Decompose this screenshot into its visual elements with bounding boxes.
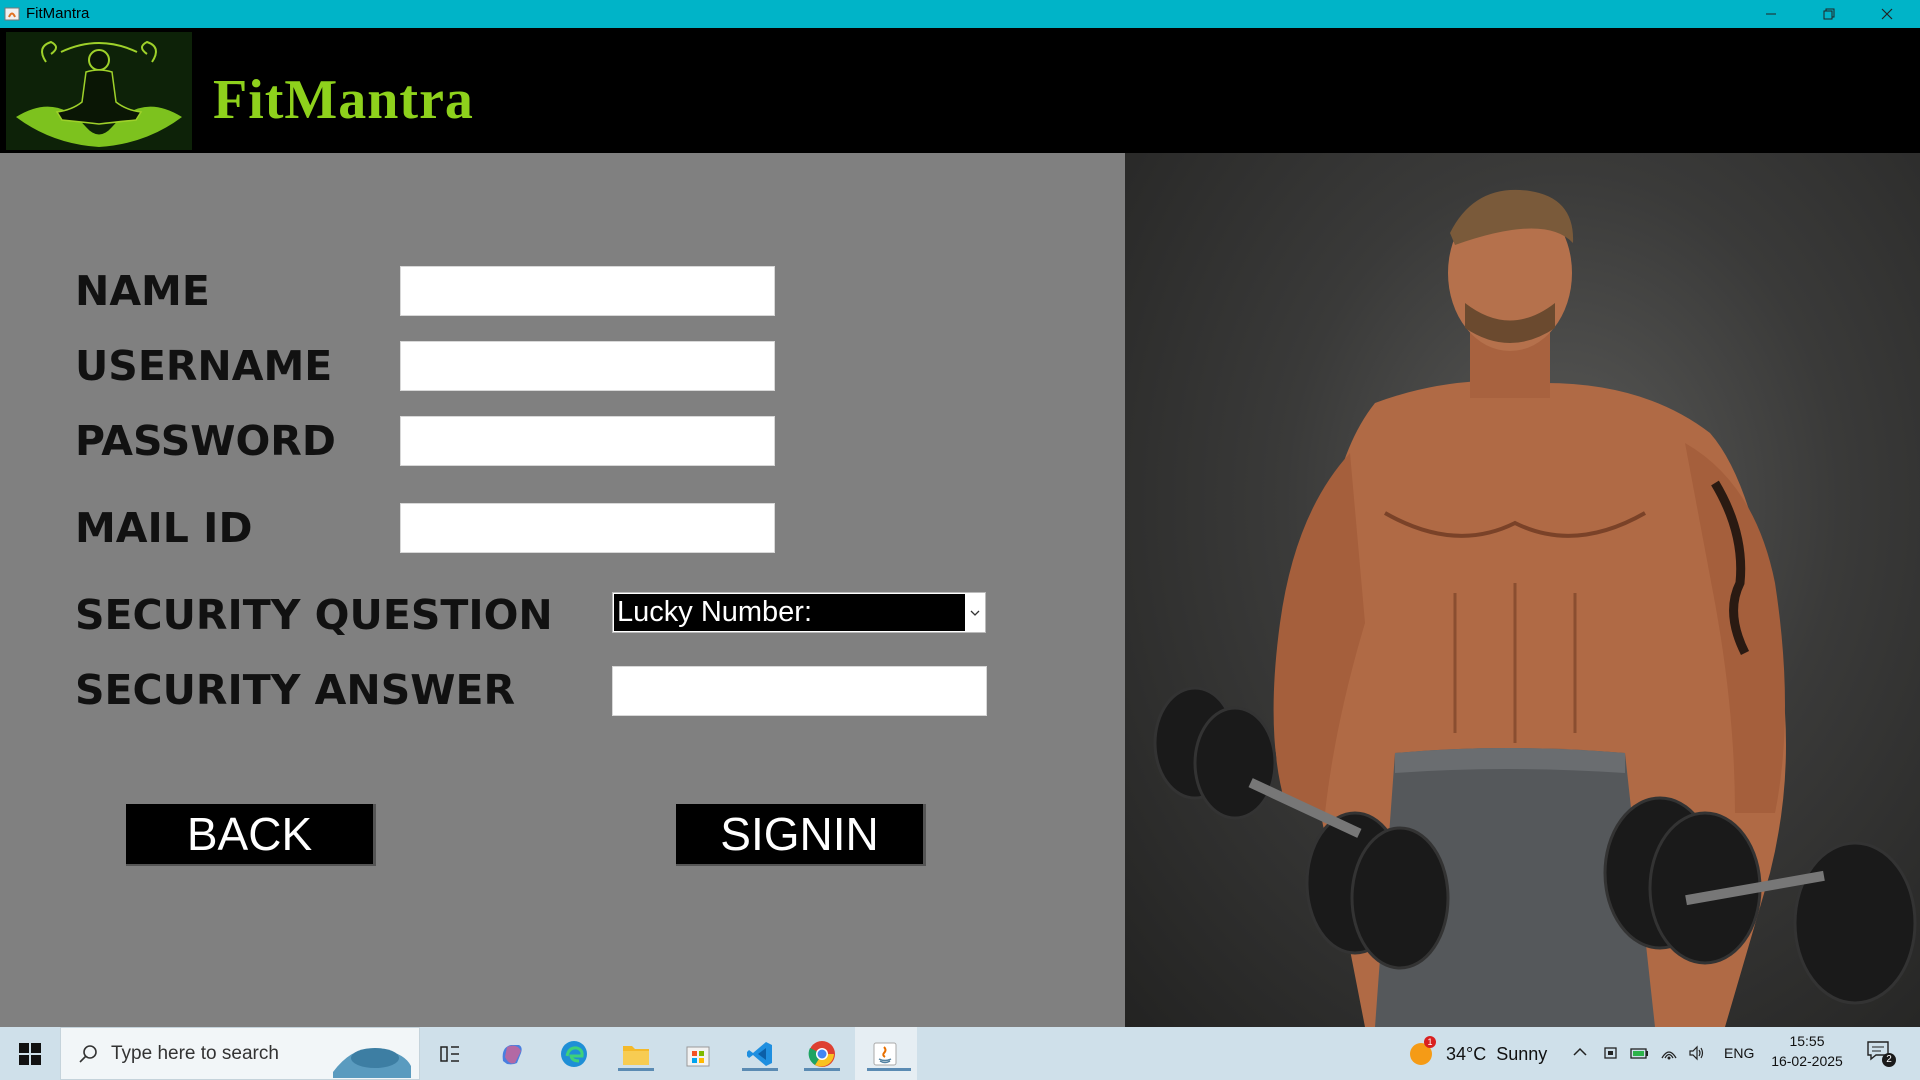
search-highlight-image — [333, 1048, 411, 1078]
task-view-icon — [440, 1046, 459, 1062]
name-input[interactable] — [400, 266, 775, 316]
restore-button[interactable] — [1800, 0, 1858, 28]
start-button[interactable] — [0, 1027, 60, 1080]
weather-widget[interactable]: 1 34°C Sunny — [1404, 1027, 1554, 1080]
copilot-icon — [502, 1045, 522, 1065]
title-bar: FitMantra — [0, 0, 1920, 28]
notification-count: 2 — [1882, 1053, 1896, 1067]
clock-time: 15:55 — [1789, 1033, 1825, 1049]
window-title: FitMantra — [26, 5, 90, 22]
chevron-up-icon — [1573, 1047, 1587, 1056]
security-question-value: Lucky Number: — [614, 594, 965, 631]
taskbar: Type here to search 1 34°C Sunny ENG 15:… — [0, 1027, 1920, 1080]
task-view-button[interactable] — [431, 1035, 469, 1073]
security-question-select[interactable]: Lucky Number: — [612, 592, 986, 633]
back-button[interactable]: BACK — [126, 804, 376, 866]
battery-icon — [1630, 1048, 1648, 1059]
language-indicator[interactable]: ENG — [1724, 1045, 1754, 1061]
name-label: NAME — [75, 267, 210, 315]
taskbar-search-box[interactable]: Type here to search — [60, 1027, 420, 1080]
password-label: PASSWORD — [75, 417, 336, 465]
java-app-button[interactable] — [866, 1035, 911, 1073]
username-label: USERNAME — [75, 342, 333, 390]
battery-tray-button[interactable] — [1630, 1044, 1652, 1064]
copilot-button[interactable] — [493, 1035, 531, 1073]
brand-title: FitMantra — [213, 69, 474, 131]
network-tray-button[interactable] — [1660, 1044, 1680, 1064]
search-icon — [79, 1045, 97, 1063]
signup-form: NAME USERNAME PASSWORD MAIL ID SECURITY … — [0, 153, 1125, 1027]
meet-tray-button[interactable] — [1602, 1044, 1622, 1064]
file-explorer-button[interactable] — [617, 1035, 655, 1073]
weather-text: 34°C Sunny — [1446, 1044, 1548, 1064]
edge-icon — [561, 1041, 587, 1067]
network-icon — [1661, 1051, 1677, 1060]
chrome-button[interactable] — [803, 1035, 841, 1073]
username-input[interactable] — [400, 341, 775, 391]
java-icon — [873, 1042, 897, 1066]
file-explorer-icon — [623, 1046, 649, 1065]
meet-icon — [1604, 1047, 1617, 1059]
clock-date: 16-02-2025 — [1771, 1053, 1843, 1069]
mail-id-label: MAIL ID — [75, 504, 253, 552]
app-header: FitMantra — [0, 28, 1920, 153]
logo — [6, 32, 192, 150]
close-icon — [1881, 8, 1893, 20]
fitness-photo — [1125, 153, 1920, 1027]
store-icon — [686, 1046, 710, 1067]
vscode-icon — [747, 1042, 772, 1066]
show-hidden-icons-button[interactable] — [1572, 1044, 1592, 1064]
security-answer-label: SECURITY ANSWER — [75, 666, 516, 714]
chevron-down-icon[interactable] — [965, 593, 985, 632]
close-button[interactable] — [1858, 0, 1916, 28]
security-answer-input[interactable] — [612, 666, 987, 716]
mail-id-input[interactable] — [400, 503, 775, 553]
chrome-icon — [808, 1041, 835, 1067]
clock[interactable]: 15:55 16-02-2025 — [1764, 1031, 1850, 1077]
vscode-button[interactable] — [741, 1035, 779, 1073]
signin-button[interactable]: SIGNIN — [676, 804, 926, 866]
windows-start-icon — [19, 1042, 41, 1065]
security-question-label: SECURITY QUESTION — [75, 591, 553, 639]
volume-icon — [1689, 1045, 1704, 1061]
notification-center-button[interactable]: 2 — [1866, 1039, 1896, 1069]
restore-icon — [1823, 8, 1835, 20]
weather-badge: 1 — [1424, 1036, 1436, 1048]
minimize-button[interactable] — [1742, 0, 1800, 28]
search-placeholder: Type here to search — [111, 1043, 279, 1064]
app-icon — [4, 6, 20, 22]
store-button[interactable] — [679, 1035, 717, 1073]
edge-button[interactable] — [555, 1035, 593, 1073]
minimize-icon — [1766, 13, 1776, 15]
volume-tray-button[interactable] — [1688, 1044, 1708, 1064]
password-input[interactable] — [400, 416, 775, 466]
